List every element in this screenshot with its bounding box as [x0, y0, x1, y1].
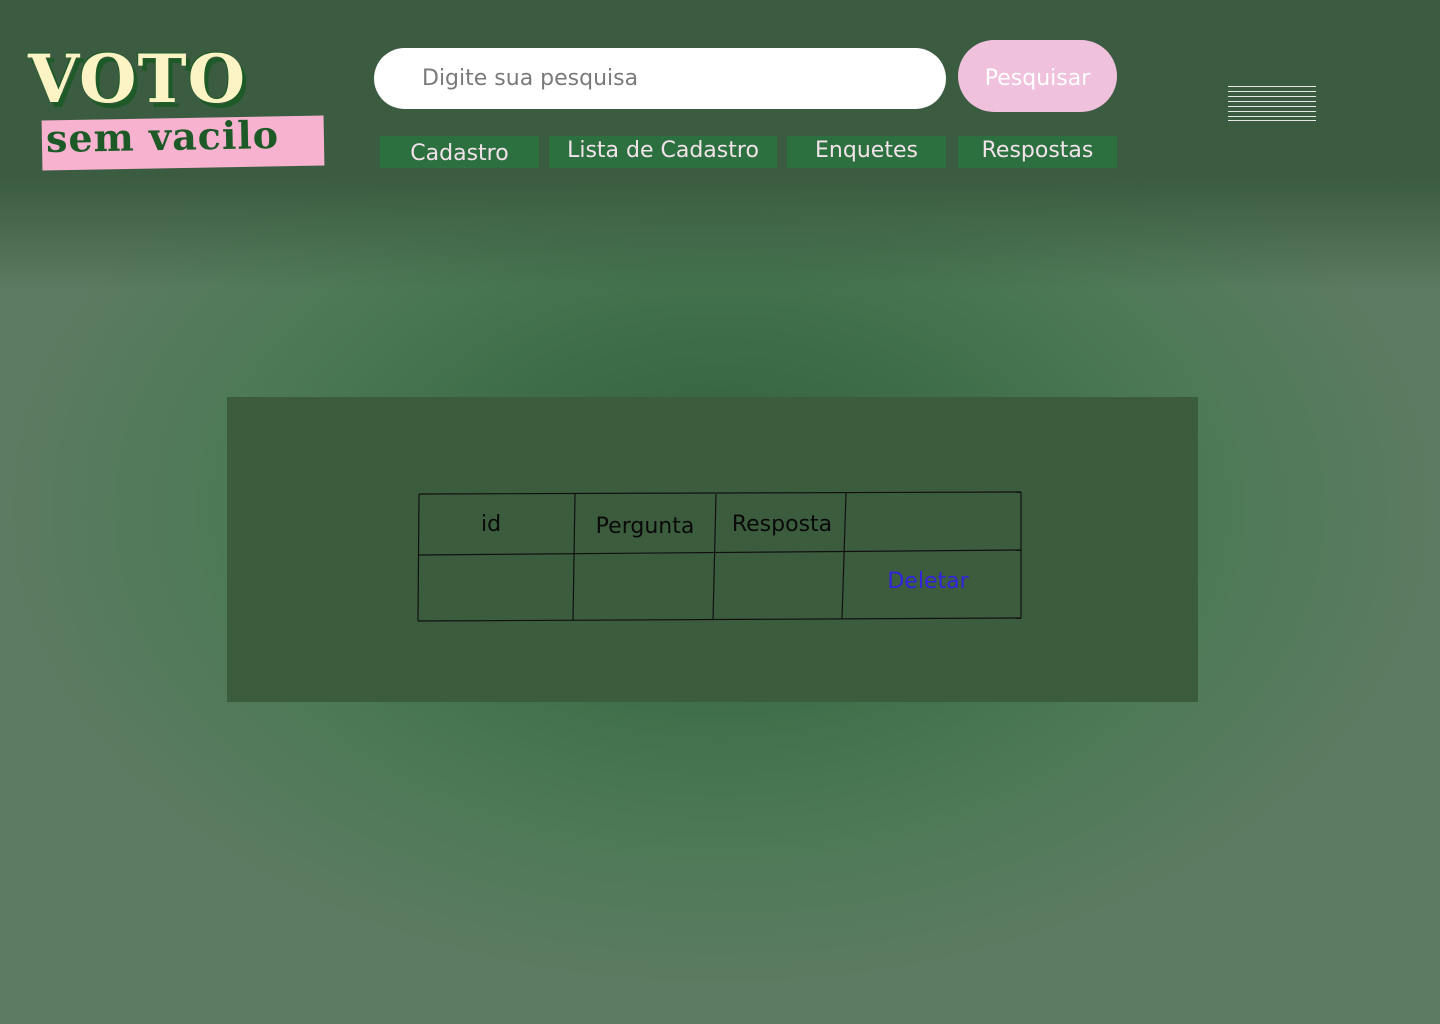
- nav-lista-de-cadastro[interactable]: Lista de Cadastro: [549, 136, 777, 168]
- table-header-id: id: [480, 512, 502, 537]
- nav-cadastro[interactable]: Cadastro: [380, 136, 539, 168]
- table-header-resposta: Resposta: [731, 512, 833, 537]
- nav-respostas[interactable]: Respostas: [958, 136, 1117, 168]
- nav-enquetes[interactable]: Enquetes: [787, 136, 946, 168]
- hamburger-icon[interactable]: [1228, 86, 1316, 122]
- search-button[interactable]: Pesquisar: [958, 40, 1117, 112]
- logo-title: VOTO: [28, 40, 247, 118]
- logo-subtitle: sem vacilo: [45, 111, 280, 162]
- search-input[interactable]: [374, 48, 946, 109]
- delete-link[interactable]: Deletar: [887, 569, 968, 594]
- results-panel: id Pergunta Resposta Deletar: [227, 397, 1198, 702]
- results-table-grid: [417, 491, 1022, 622]
- table-header-pergunta: Pergunta: [595, 514, 695, 539]
- logo[interactable]: VOTO sem vacilo: [28, 46, 328, 172]
